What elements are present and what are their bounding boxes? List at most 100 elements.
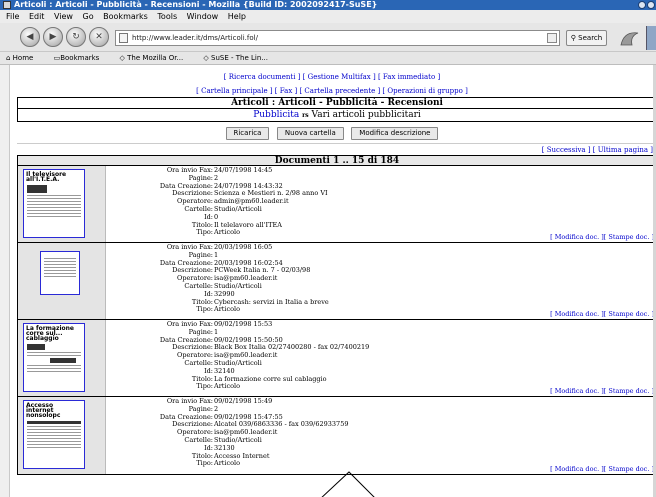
thumbnail-cell: Accesso internet nonsolopc xyxy=(18,397,106,474)
stampe-doc-link[interactable]: Stampe doc. xyxy=(608,465,649,473)
document-metadata: Ora invio Fax: 09/02/1998 15:53 Pagine: 1 … xyxy=(118,320,418,391)
ricarica-button[interactable]: Ricarica xyxy=(225,127,270,140)
close-icon[interactable] xyxy=(647,1,655,9)
link-fax[interactable]: Fax xyxy=(280,87,293,95)
thumbnail-title: Accesso internet nonsolopc xyxy=(26,402,61,419)
thumbnail-title: La formazione corre sul... cablaggio xyxy=(26,325,74,342)
value-ora: 09/02/1998 15:53 xyxy=(214,320,273,328)
table-row: La formazione corre sul... cablaggio Ora… xyxy=(18,320,653,397)
bookmarks-menu[interactable]: ▭Bookmarks xyxy=(54,54,109,62)
thumbnail-title: Il televisore all'I.T.E.A. xyxy=(26,171,67,183)
menu-file[interactable]: File xyxy=(6,12,19,21)
table-row: Il televisore all'I.T.E.A. Ora invio Fax… xyxy=(18,166,653,243)
folder-links: [ Cartella principale ] [ Fax ] [ Cartel… xyxy=(196,87,468,95)
stampe-doc-link[interactable]: Stampe doc. xyxy=(608,233,649,241)
forward-icon[interactable]: ▶ xyxy=(43,27,63,47)
label-cartelle: Cartelle: xyxy=(184,358,213,367)
mouse-cursor-icon xyxy=(321,471,375,497)
value-ora: 09/02/1998 15:49 xyxy=(214,397,273,405)
modifica-doc-link[interactable]: Modifica doc. xyxy=(555,465,600,473)
url-text: http://www.leader.it/dms/Articoli.fol/ xyxy=(132,34,258,42)
bookmark-suse-label: SuSE - The Lin... xyxy=(211,54,268,62)
value-tipo: Articolo xyxy=(214,382,241,391)
page-content: [ Ricerca documenti ] [ Gestione Multifa… xyxy=(11,65,653,497)
stop-icon[interactable]: ✕ xyxy=(89,27,109,47)
row-actions: [ Modifica doc. ][ Stampe doc. ] xyxy=(550,387,653,395)
sidebar-grip[interactable] xyxy=(646,26,656,50)
thumbnail-cell: Il televisore all'I.T.E.A. xyxy=(18,166,106,242)
bookmark-mozilla[interactable]: ◇ The Mozilla Or... xyxy=(120,54,193,62)
thumbnail-cell: La formazione corre sul... cablaggio xyxy=(18,320,106,396)
search-button[interactable]: ⚲ Search xyxy=(566,30,607,46)
subtitle-separator: rs xyxy=(302,112,309,119)
link-cartella-principale[interactable]: Cartella principale xyxy=(201,87,267,95)
documents-table: Documenti 1 .. 15 di 184 Il televisore a… xyxy=(17,155,653,475)
action-buttons: Ricarica Nuova cartella Modifica descriz… xyxy=(11,125,653,140)
link-pubblicita[interactable]: Pubblicita xyxy=(253,110,299,120)
value-ora: 20/03/1998 16:05 xyxy=(214,243,273,251)
label-tipo: Tipo: xyxy=(196,305,213,314)
row-actions: [ Modifica doc. ][ Stampe doc. ] xyxy=(550,465,653,473)
document-metadata: Ora invio Fax: 20/03/1998 16:05 Pagine: 1 … xyxy=(118,243,418,314)
back-icon[interactable]: ◀ xyxy=(20,27,40,47)
nuova-cartella-button[interactable]: Nuova cartella xyxy=(276,127,344,140)
modifica-descrizione-button[interactable]: Modifica descrizione xyxy=(351,127,439,140)
page-title: Articoli : Articoli - Pubblicità - Recen… xyxy=(18,98,653,109)
value-ora: 24/07/1998 14:45 xyxy=(214,166,273,174)
menu-bookmarks[interactable]: Bookmarks xyxy=(103,12,148,21)
modifica-doc-link[interactable]: Modifica doc. xyxy=(555,310,600,318)
mozilla-throbber-icon[interactable] xyxy=(618,27,642,49)
url-dropdown-icon[interactable] xyxy=(547,33,557,43)
value-tipo: Articolo xyxy=(214,459,241,468)
link-cartella-precedente[interactable]: Cartella precedente xyxy=(304,87,375,95)
bookmarks-menu-label: Bookmarks xyxy=(60,54,100,62)
value-cartelle: Studio/Articoli xyxy=(214,204,262,213)
link-multifax[interactable]: Gestione Multifax xyxy=(308,73,371,81)
menu-edit[interactable]: Edit xyxy=(29,12,45,21)
sidebar-toggle[interactable] xyxy=(0,65,10,497)
thumbnail-cell xyxy=(18,243,106,319)
value-tipo: Articolo xyxy=(214,305,241,314)
url-field[interactable]: http://www.leader.it/dms/Articoli.fol/ xyxy=(115,30,560,46)
modifica-doc-link[interactable]: Modifica doc. xyxy=(555,387,600,395)
menu-view[interactable]: View xyxy=(54,12,73,21)
link-operazioni-gruppo[interactable]: Operazioni di gruppo xyxy=(387,87,462,95)
menu-window[interactable]: Window xyxy=(187,12,219,21)
stampe-doc-link[interactable]: Stampe doc. xyxy=(608,387,649,395)
bookmark-suse[interactable]: ◇ SuSE - The Lin... xyxy=(203,54,277,62)
window-menu-icon[interactable] xyxy=(3,1,11,9)
link-ricerca[interactable]: Ricerca documenti xyxy=(229,73,296,81)
document-thumbnail[interactable]: Il televisore all'I.T.E.A. xyxy=(23,169,85,238)
document-thumbnail[interactable]: La formazione corre sul... cablaggio xyxy=(23,323,85,392)
bookmark-mozilla-label: The Mozilla Or... xyxy=(127,54,184,62)
reload-icon[interactable]: ↻ xyxy=(66,27,86,47)
menu-help[interactable]: Help xyxy=(228,12,246,21)
menu-bar: File Edit View Go Bookmarks Tools Window… xyxy=(0,10,656,23)
minimize-icon[interactable] xyxy=(638,1,646,9)
document-metadata: Ora invio Fax: 09/02/1998 15:49 Pagine: 2 … xyxy=(118,397,418,468)
search-icon: ⚲ xyxy=(570,34,576,42)
window-title: Articoli : Articoli - Pubblicità - Recen… xyxy=(14,0,378,9)
row-actions: [ Modifica doc. ][ Stampe doc. ] xyxy=(550,310,653,318)
menu-tools[interactable]: Tools xyxy=(157,12,177,21)
menu-go[interactable]: Go xyxy=(83,12,94,21)
modifica-doc-link[interactable]: Modifica doc. xyxy=(555,233,600,241)
personal-toolbar: ⌂ Home ▭Bookmarks ◇ The Mozilla Or... ◇ … xyxy=(0,52,656,65)
label-cartelle: Cartelle: xyxy=(184,204,213,213)
search-button-label: Search xyxy=(578,34,603,42)
documents-header: Documenti 1 .. 15 di 184 xyxy=(18,156,653,166)
document-thumbnail[interactable]: Accesso internet nonsolopc xyxy=(23,400,85,469)
top-links: [ Ricerca documenti ] [ Gestione Multifa… xyxy=(223,73,441,81)
label-cartelle: Cartelle: xyxy=(184,281,213,290)
stampe-doc-link[interactable]: Stampe doc. xyxy=(608,310,649,318)
label-cartelle: Cartelle: xyxy=(184,435,213,444)
label-tipo: Tipo: xyxy=(196,228,213,237)
link-ultima-pagina[interactable]: Ultima pagina xyxy=(598,146,648,154)
link-successiva[interactable]: Successiva xyxy=(547,146,586,154)
window-titlebar: Articoli : Articoli - Pubblicità - Recen… xyxy=(0,0,656,10)
thumbnail-title xyxy=(41,252,79,256)
bookmark-home[interactable]: ⌂ Home xyxy=(6,54,42,62)
table-row: Accesso internet nonsolopc Ora invio Fax… xyxy=(18,397,653,474)
document-thumbnail[interactable] xyxy=(40,251,80,295)
link-fax-immediato[interactable]: Fax immediato xyxy=(383,73,435,81)
